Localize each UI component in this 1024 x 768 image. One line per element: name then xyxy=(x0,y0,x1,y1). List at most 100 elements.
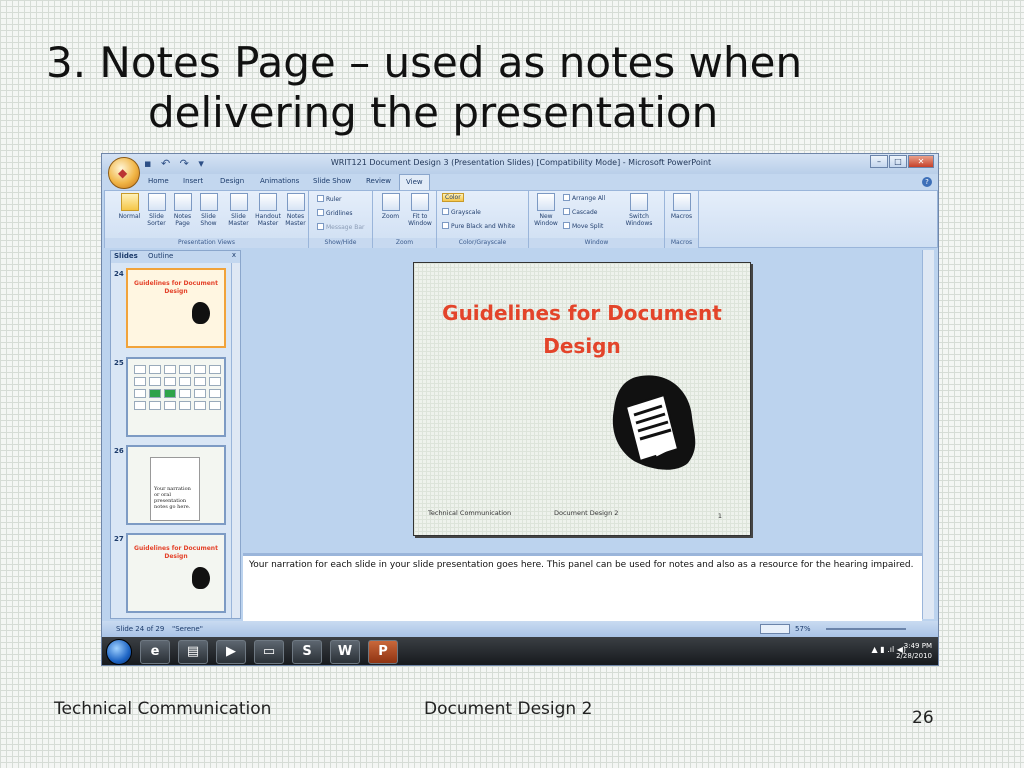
view-buttons[interactable] xyxy=(760,624,790,634)
slide-show-button[interactable]: Slide Show xyxy=(196,193,221,227)
arrange-all-button[interactable]: Arrange All xyxy=(563,194,605,203)
thumbnail-grid xyxy=(128,359,224,416)
slide-thumbnail-24[interactable]: 24 Guidelines for Document Design xyxy=(111,268,231,352)
group-label: Zoom xyxy=(373,238,436,248)
macros-button[interactable]: Macros xyxy=(669,193,694,220)
thumbnail: Guidelines for Document Design xyxy=(126,533,226,613)
group-macros: Macros Macros xyxy=(665,191,699,248)
switch-windows-button[interactable]: Switch Windows xyxy=(623,193,655,227)
slides-panel: Slides Outline x 24 Guidelines for Docum… xyxy=(110,250,241,619)
page-title: 3. Notes Page – used as notes when deliv… xyxy=(46,38,1006,138)
s-app-icon[interactable]: S xyxy=(292,640,322,664)
notes-text[interactable]: Your narration for each slide in your sl… xyxy=(243,556,922,574)
canvas-scrollbar[interactable] xyxy=(922,250,934,619)
thumbnail-title: Guidelines for Document Design xyxy=(134,280,218,295)
help-icon[interactable]: ? xyxy=(922,177,932,187)
magnifier-icon xyxy=(381,193,400,211)
thumbnail: Guidelines for Document Design xyxy=(126,268,226,348)
media-player-icon[interactable]: ▶ xyxy=(216,640,246,664)
new-window-button[interactable]: New Window xyxy=(532,193,560,227)
theme-name: "Serene" xyxy=(172,625,203,633)
pure-black-white-button[interactable]: Pure Black and White xyxy=(442,222,515,231)
notes-master-button[interactable]: Notes Master xyxy=(283,193,308,227)
ribbon-tabs: Home Insert Design Animations Slide Show… xyxy=(102,174,938,190)
slide-title: Guidelines for Document Design xyxy=(442,301,722,358)
tab-slide-show[interactable]: Slide Show xyxy=(313,177,351,185)
close-button[interactable]: ✕ xyxy=(908,155,934,168)
start-button[interactable] xyxy=(106,639,132,665)
office-button[interactable]: ◆ xyxy=(108,157,140,189)
zoom-slider[interactable] xyxy=(826,628,906,630)
window-titlebar: ▪ ↶ ↷ ▾ WRIT121 Document Design 3 (Prese… xyxy=(102,154,938,174)
checkbox-icon xyxy=(317,195,324,202)
document-icon[interactable]: ▤ xyxy=(178,640,208,664)
macros-icon xyxy=(672,193,691,211)
handout-master-button[interactable]: Handout Master xyxy=(254,193,282,227)
checkbox-icon xyxy=(317,223,324,230)
tab-design[interactable]: Design xyxy=(220,177,244,185)
zoom-button[interactable]: Zoom xyxy=(378,193,403,220)
notes-page-preview: Your narration or oral presentation note… xyxy=(150,457,200,521)
tab-home[interactable]: Home xyxy=(148,177,169,185)
color-button[interactable]: Color xyxy=(442,193,464,202)
clock-date: 2/28/2010 xyxy=(896,652,932,660)
tab-view[interactable]: View xyxy=(399,174,430,190)
fit-window-icon xyxy=(411,193,429,211)
document-clipart-icon xyxy=(612,375,696,470)
slide-footer-center: Document Design 2 xyxy=(554,509,619,517)
folder-icon[interactable]: ▭ xyxy=(254,640,284,664)
page-number: 26 xyxy=(912,708,934,728)
black-white-icon xyxy=(442,222,449,229)
grayscale-button[interactable]: Grayscale xyxy=(442,208,481,217)
word-icon[interactable]: W xyxy=(330,640,360,664)
slide-thumbnail-27[interactable]: 27 Guidelines for Document Design xyxy=(111,533,231,617)
move-split-button[interactable]: Move Split xyxy=(563,222,603,231)
new-window-icon xyxy=(537,193,555,211)
thumbnail-title: Guidelines for Document Design xyxy=(134,545,218,560)
cascade-button[interactable]: Cascade xyxy=(563,208,597,217)
normal-view-icon xyxy=(120,193,139,211)
slide-sorter-icon xyxy=(147,193,166,211)
fit-to-window-button[interactable]: Fit to Window xyxy=(406,193,434,227)
tab-review[interactable]: Review xyxy=(366,177,391,185)
ribbon: Normal Slide Sorter Notes Page Slide Sho… xyxy=(104,190,938,248)
group-zoom: Zoom Fit to Window Zoom xyxy=(373,191,437,248)
tab-outline[interactable]: Outline xyxy=(148,252,173,260)
slide-show-icon xyxy=(199,193,218,211)
slide-thumbnail-26[interactable]: 26 Your narration or oral presentation n… xyxy=(111,445,231,529)
internet-explorer-icon[interactable]: e xyxy=(140,640,170,664)
group-window: New Window Arrange All Cascade Move Spli… xyxy=(529,191,665,248)
slide-number: 27 xyxy=(114,535,124,543)
slide-number: 25 xyxy=(114,359,124,367)
slide-thumbnail-25[interactable]: 25 xyxy=(111,357,231,441)
minimize-button[interactable]: – xyxy=(870,155,888,168)
gridlines-checkbox[interactable]: Gridlines xyxy=(317,209,353,218)
office-logo-icon: ◆ xyxy=(118,166,128,180)
arrange-icon xyxy=(563,194,570,201)
tab-animations[interactable]: Animations xyxy=(260,177,299,185)
clock-time: 3:49 PM xyxy=(903,642,932,650)
title-line-2: delivering the presentation xyxy=(148,88,719,137)
powerpoint-icon[interactable]: P xyxy=(368,640,398,664)
ruler-checkbox[interactable]: Ruler xyxy=(317,195,342,204)
thumbnail xyxy=(126,357,226,437)
window-controls: – □ ✕ xyxy=(870,155,934,168)
title-line-1: 3. Notes Page – used as notes when xyxy=(46,38,803,87)
message-bar-checkbox[interactable]: Message Bar xyxy=(317,223,364,232)
notes-pane[interactable]: Your narration for each slide in your sl… xyxy=(243,553,922,621)
slide-master-icon xyxy=(229,193,248,211)
tab-insert[interactable]: Insert xyxy=(183,177,203,185)
notes-page-icon xyxy=(173,193,192,211)
notes-page-button[interactable]: Notes Page xyxy=(170,193,195,227)
maximize-button[interactable]: □ xyxy=(889,155,907,168)
clock[interactable]: 3:49 PM 2/28/2010 xyxy=(896,641,932,661)
slide-sorter-button[interactable]: Slide Sorter xyxy=(144,193,169,227)
slides-scrollbar[interactable] xyxy=(231,263,240,618)
slide-master-button[interactable]: Slide Master xyxy=(226,193,251,227)
close-panel-icon[interactable]: x xyxy=(232,251,236,259)
cascade-icon xyxy=(563,208,570,215)
current-slide[interactable]: Guidelines for Document Design Technical… xyxy=(413,262,751,536)
tab-slides[interactable]: Slides xyxy=(114,252,138,260)
normal-view-button[interactable]: Normal xyxy=(117,193,142,220)
zoom-level[interactable]: 57% xyxy=(795,625,811,633)
